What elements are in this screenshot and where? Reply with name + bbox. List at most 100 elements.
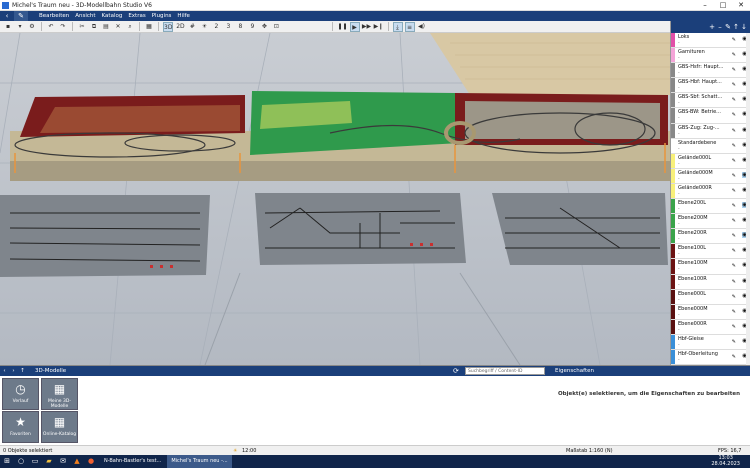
edit-layer-icon[interactable]: ✎	[724, 23, 732, 31]
dropdown-icon[interactable]: ▾	[15, 22, 25, 32]
layer-row[interactable]: Ebene000L - ✎ ◉	[671, 289, 750, 305]
layer-row[interactable]: Gelände000R - ✎ ◉	[671, 183, 750, 200]
pin-icon[interactable]: ✎	[732, 339, 736, 345]
minimize-button[interactable]: –	[696, 0, 714, 11]
track-icon[interactable]: ≡	[404, 21, 415, 32]
start-icon[interactable]: ⊞	[0, 455, 14, 468]
task-view-icon[interactable]: ▭	[28, 455, 42, 468]
camera-8-button[interactable]: 8	[235, 22, 245, 32]
search-input[interactable]: Suchbegriff / Content-ID	[465, 367, 545, 375]
taskbar-app-modellbahn[interactable]: Michel's Traum neu -...	[167, 455, 232, 468]
copy-icon[interactable]: ⧉	[89, 22, 99, 32]
pin-icon[interactable]: ✎	[732, 218, 736, 224]
pin-icon[interactable]: ✎	[732, 279, 736, 285]
mail-icon[interactable]: ✉	[56, 455, 70, 468]
pin-icon[interactable]: ✎	[732, 97, 736, 103]
pin-icon[interactable]: ✎	[732, 294, 736, 300]
pin-icon[interactable]: ✎	[732, 188, 736, 194]
layer-row[interactable]: Hbf-Gleise - ✎ ◉	[671, 334, 750, 350]
layer-row[interactable]: Garnituren - ✎ ◉	[671, 48, 750, 64]
edit-mode-icon[interactable]: ✎	[14, 11, 28, 21]
tile-favoriten[interactable]: ★ Favoriten	[2, 411, 39, 443]
maximize-button[interactable]: □	[714, 0, 732, 11]
pin-icon[interactable]: ✎	[732, 67, 736, 73]
find-icon[interactable]: ⌕	[125, 22, 135, 32]
layer-row[interactable]: Ebene100L - ✎ ◉	[671, 244, 750, 260]
camera-9-button[interactable]: 9	[247, 22, 257, 32]
move-down-icon[interactable]: ↓	[740, 23, 748, 31]
save-icon[interactable]: ▪	[3, 22, 13, 32]
tile-online-katalog[interactable]: ▦ Online-Katalog	[41, 411, 78, 443]
layer-row[interactable]: GBS-BW: Betrie... - ✎ ◉	[671, 108, 750, 124]
delete-icon[interactable]: ✕	[113, 22, 123, 32]
pin-icon[interactable]: ✎	[732, 173, 736, 179]
clock[interactable]: 13:03 28.04.2023	[711, 455, 740, 467]
menu-hilfe[interactable]: Hilfe	[174, 13, 193, 19]
menu-extras[interactable]: Extras	[125, 13, 148, 19]
pin-icon[interactable]: ✎	[732, 263, 736, 269]
back-icon[interactable]: ‹	[0, 368, 9, 374]
pin-icon[interactable]: ✎	[732, 143, 736, 149]
sound-icon[interactable]: ◀)	[417, 22, 427, 32]
settings-icon[interactable]: ⚙	[27, 22, 37, 32]
pin-icon[interactable]: ✎	[732, 233, 736, 239]
layer-row[interactable]: Ebene200M - ✎ ◉	[671, 214, 750, 230]
tile-meine-modelle[interactable]: ▦ Meine 3D-Modelle	[41, 378, 78, 410]
skip-icon[interactable]: ▶❙	[374, 22, 384, 32]
pin-icon[interactable]: ✎	[732, 37, 736, 43]
layer-row[interactable]: Hbf-Oberleitung - ✎ ◉	[671, 349, 750, 366]
search-icon[interactable]: ○	[14, 455, 28, 468]
tile-verlauf[interactable]: ◷ Verlauf	[2, 378, 39, 410]
camera-3-button[interactable]: 3	[223, 22, 233, 32]
layer-row[interactable]: Ebene100R - ✎ ◉	[671, 274, 750, 290]
3d-viewport[interactable]	[0, 33, 670, 365]
layer-row[interactable]: Loks - ✎ ◉	[671, 33, 750, 49]
pin-icon[interactable]: ✎	[732, 128, 736, 134]
move-up-icon[interactable]: ↑	[732, 23, 740, 31]
menu-ansicht[interactable]: Ansicht	[72, 13, 98, 19]
layer-row[interactable]: Ebene000R - ✎ ◉	[671, 319, 750, 335]
layer-row[interactable]: Ebene000M - ✎ ◉	[671, 304, 750, 320]
layer-row[interactable]: Gelände000M - ✎ ◉	[671, 168, 750, 184]
forward-icon[interactable]: ›	[9, 368, 18, 374]
camera-2-button[interactable]: 2	[211, 22, 221, 32]
back-icon[interactable]: ‹	[0, 11, 14, 21]
layer-row[interactable]: Ebene100M - ✎ ◉	[671, 259, 750, 275]
pin-icon[interactable]: ✎	[732, 248, 736, 254]
menu-katalog[interactable]: Katalog	[99, 13, 126, 19]
pin-icon[interactable]: ✎	[732, 354, 736, 360]
pin-icon[interactable]: ✎	[732, 324, 736, 330]
vlc-icon[interactable]: ▲	[70, 455, 84, 468]
redo-icon[interactable]: ↷	[58, 22, 68, 32]
pin-icon[interactable]: ✎	[732, 309, 736, 315]
layer-row[interactable]: Gelände000L - ✎ ◉	[671, 153, 750, 169]
remove-layer-icon[interactable]: –	[716, 23, 724, 31]
layer-row[interactable]: GBS-Sbf: Schatt... - ✎ ◉	[671, 93, 750, 109]
view-2d-button[interactable]: 2D	[175, 22, 185, 32]
layer-row[interactable]: Ebene200L - ✎ ◉	[671, 199, 750, 215]
taskbar-app-browser[interactable]: N-Bahn-Bastler's test...	[100, 455, 165, 468]
light-icon[interactable]: ☀	[199, 22, 209, 32]
download-icon[interactable]: ⤓	[392, 21, 403, 32]
catalog-icon[interactable]: ▦	[144, 22, 154, 32]
menu-plugins[interactable]: Plugins	[149, 13, 175, 19]
view-3d-button[interactable]: 3D	[163, 21, 174, 32]
cut-icon[interactable]: ✂	[77, 22, 87, 32]
measure-icon[interactable]: ⊡	[271, 22, 281, 32]
refresh-icon[interactable]: ⟳	[453, 367, 459, 375]
pin-icon[interactable]: ✎	[732, 82, 736, 88]
fast-forward-icon[interactable]: ▶▶	[362, 22, 372, 32]
paste-icon[interactable]: ▤	[101, 22, 111, 32]
close-button[interactable]: ✕	[732, 0, 750, 11]
explorer-icon[interactable]: ▰	[42, 455, 56, 468]
layer-row[interactable]: GBS-Hsfr: Haupt... - ✎ ◉	[671, 63, 750, 79]
firefox-icon[interactable]: ●	[84, 455, 98, 468]
layer-row[interactable]: GBS-Hbf: Haupt... - ✎ ◉	[671, 78, 750, 94]
move-icon[interactable]: ✥	[259, 22, 269, 32]
menu-bearbeiten[interactable]: Bearbeiten	[36, 13, 72, 19]
layer-row[interactable]: GBS-Zug: Zug-... - ✎ ◉	[671, 123, 750, 139]
pin-icon[interactable]: ✎	[732, 203, 736, 209]
pin-icon[interactable]: ✎	[732, 158, 736, 164]
pin-icon[interactable]: ✎	[732, 52, 736, 58]
layer-scrollbar[interactable]	[746, 33, 750, 365]
